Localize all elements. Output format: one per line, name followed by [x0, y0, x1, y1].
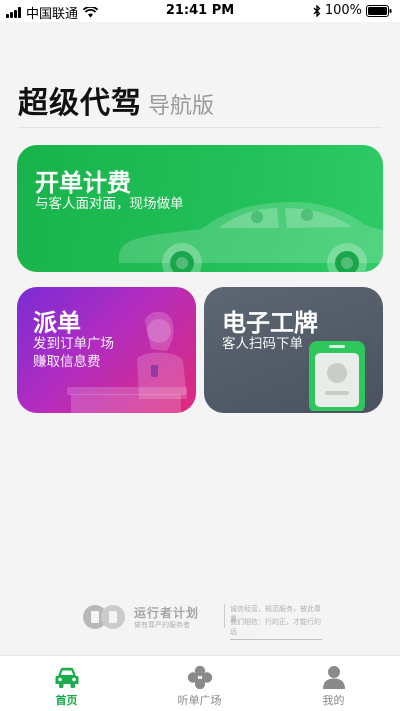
dispatch-card-line2: 赚取信息费 [33, 354, 101, 370]
logo-tagline: 做有尊严的服务者 [134, 621, 190, 629]
logo-slogan-2: 我们相信：行的正，才能行的远 [230, 617, 322, 640]
badge-illustration [309, 341, 365, 411]
logo-name: 运行者计划 [134, 606, 200, 620]
logo-separator [224, 604, 225, 628]
tab-bar: 首页 听单广场 我的 [0, 655, 400, 711]
tab-order-plaza[interactable]: 听单广场 [133, 656, 266, 711]
divider [18, 127, 382, 128]
billing-card-title: 开单计费 [35, 169, 131, 197]
page-subtitle: 导航版 [148, 94, 215, 119]
status-right: 100% [313, 3, 392, 18]
bluetooth-icon [313, 4, 321, 17]
dispatch-card-line1: 发到订单广场 [33, 336, 114, 352]
battery-icon [366, 4, 392, 17]
tab-home[interactable]: 首页 [0, 656, 133, 711]
person-icon [322, 666, 345, 689]
runner-plan-logo: 运行者计划 做有尊严的服务者 诚信经营，规范服务，彼此尊重 我们相信：行的正，才… [82, 601, 322, 640]
runner-logo-icon [83, 605, 125, 629]
status-bar: 中国联通 21:41 PM 100% [0, 0, 400, 22]
badge-card[interactable]: 电子工牌 客人扫码下单 [204, 287, 383, 413]
dispatch-card[interactable]: 派单 发到订单广场 赚取信息费 [17, 287, 196, 413]
billing-card[interactable]: 开单计费 与客人面对面，现场做单 [17, 145, 383, 272]
page-title: 超级代驾 [18, 86, 142, 121]
tab-mine-label: 我的 [322, 694, 345, 707]
battery-percent: 100% [324, 3, 362, 18]
tab-mine[interactable]: 我的 [267, 656, 400, 711]
clover-icon [187, 665, 212, 689]
badge-card-subtitle: 客人扫码下单 [222, 336, 303, 352]
tab-order-plaza-label: 听单广场 [177, 694, 222, 707]
billing-card-subtitle: 与客人面对面，现场做单 [35, 196, 184, 212]
tab-home-label: 首页 [55, 694, 78, 707]
dispatch-card-subtitle: 发到订单广场 赚取信息费 [33, 335, 114, 371]
dispatch-card-title: 派单 [33, 309, 81, 337]
badge-card-title: 电子工牌 [222, 309, 318, 337]
car-icon [55, 667, 78, 688]
page-header: 超级代驾 导航版 [18, 78, 214, 122]
